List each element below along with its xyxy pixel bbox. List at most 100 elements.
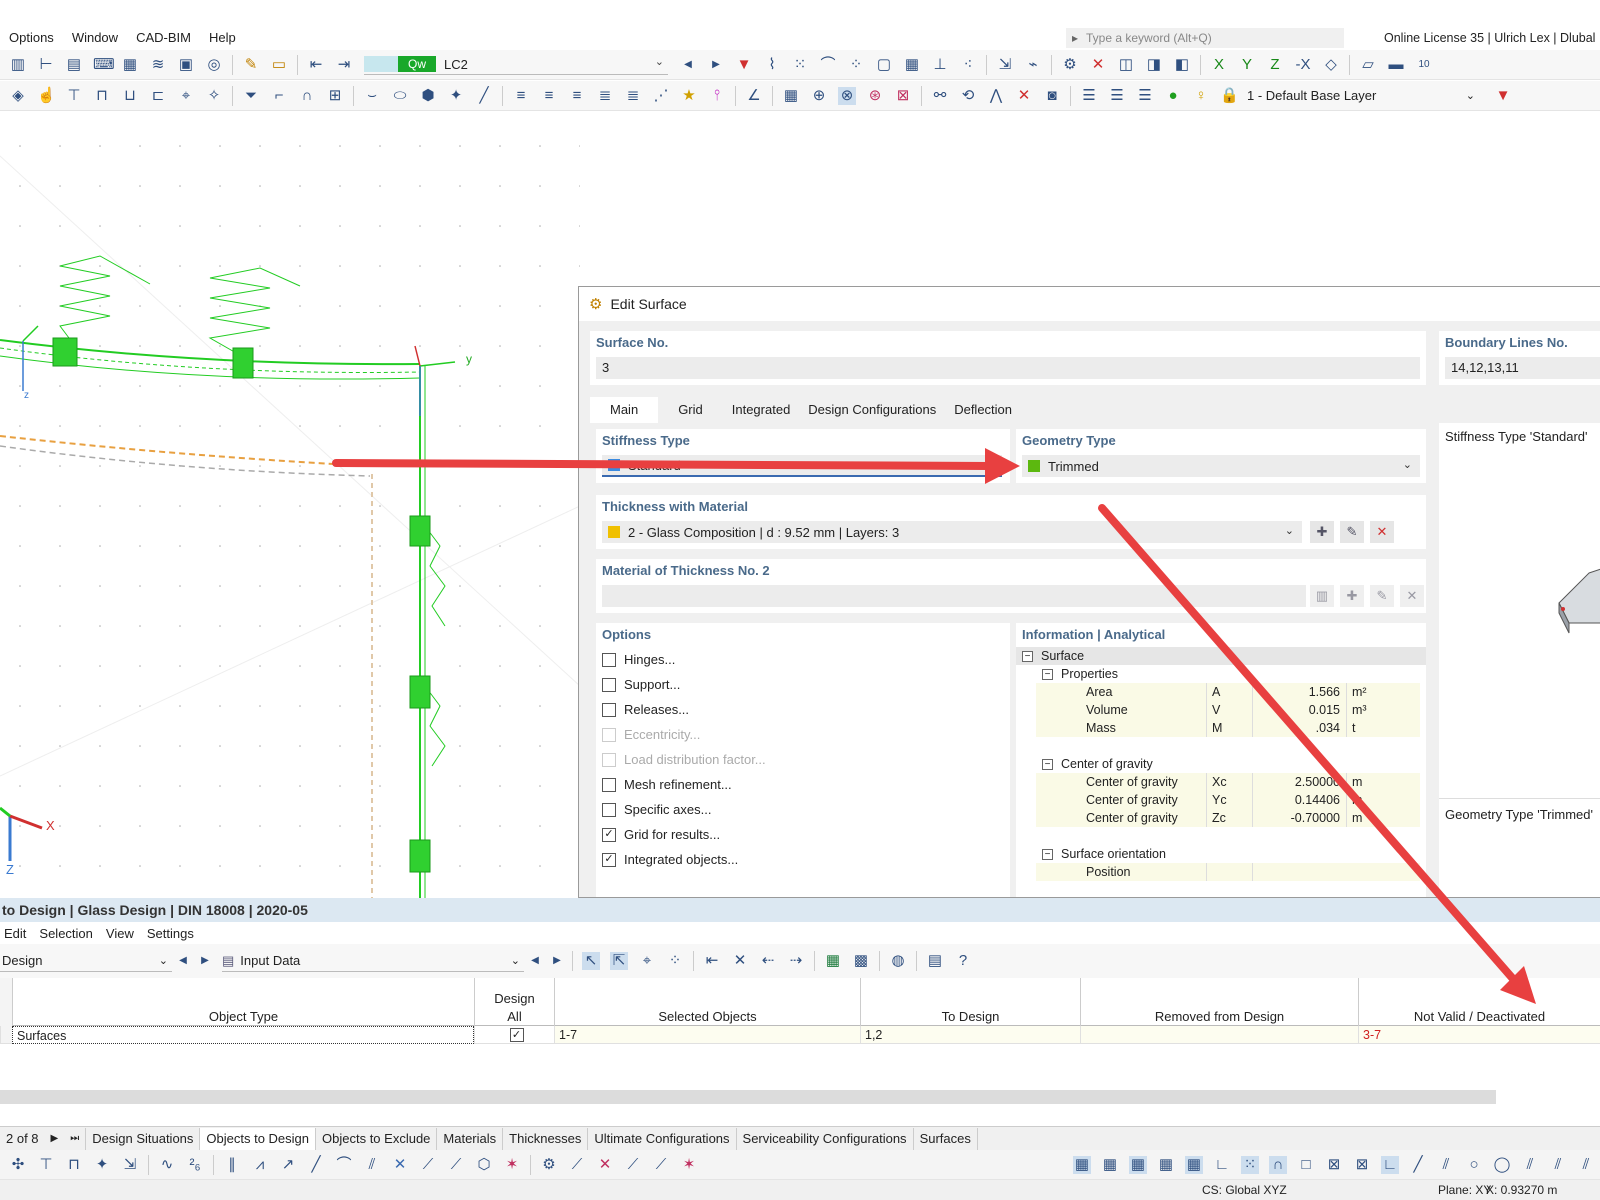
layer-combo[interactable]: 1 - Default Base Layer ⌄ (1247, 86, 1489, 106)
select-icon[interactable]: ↖ (582, 952, 600, 970)
hatch-icon[interactable]: ⫽ (363, 1156, 381, 1174)
slash-snap-icon[interactable]: ╱ (1409, 1156, 1427, 1174)
polygon-icon[interactable]: ⬡ (475, 1156, 493, 1174)
grid3-snap-icon[interactable]: ▦ (1129, 1155, 1147, 1174)
chevron-down-icon[interactable]: ⌄ (985, 458, 994, 471)
target-icon[interactable]: ⊕ (810, 87, 828, 105)
boundary-lines-input[interactable]: 14,12,13,11 (1445, 357, 1600, 379)
tab-serviceability-configurations[interactable]: Serviceability Configurations (737, 1127, 914, 1150)
option-row[interactable]: Hinges... (602, 647, 1002, 672)
arrow-left-icon[interactable]: ◀ (174, 952, 192, 970)
option-checkbox[interactable]: ✓ (602, 852, 616, 867)
row-delete-icon[interactable]: ✕ (731, 952, 749, 970)
tree-surface-orientation[interactable]: − Surface orientation (1042, 845, 1166, 863)
angle-snap-icon[interactable]: ⫽ (1521, 1156, 1539, 1174)
cell-removed[interactable] (1080, 1026, 1358, 1044)
arch-snap-icon[interactable]: ∩ (1269, 1155, 1287, 1174)
line-draw-icon[interactable]: ╱ (307, 1156, 325, 1174)
edit-snap-icon[interactable]: ⟋ (568, 1156, 586, 1174)
option-row[interactable]: Specific axes... (602, 797, 1002, 822)
option-checkbox[interactable]: ✓ (602, 827, 616, 842)
col-design-all[interactable]: Design All (474, 978, 554, 1026)
box-icon[interactable]: ▢ (875, 56, 893, 74)
dots-snap-icon[interactable]: ⁙ (1241, 1155, 1259, 1174)
star-icon[interactable]: ★ (680, 87, 698, 105)
collapse-icon[interactable]: − (1042, 849, 1053, 861)
arrow-right-icon[interactable]: ▶ (196, 952, 214, 970)
panel-menu-settings[interactable]: Settings (143, 926, 203, 941)
diag3-icon[interactable]: ⟋ (624, 1156, 642, 1174)
model-viewport[interactable]: y z X Z (0, 126, 581, 898)
cell-design-all[interactable]: ✓ (474, 1026, 554, 1044)
load-prev-icon[interactable]: ⇤ (307, 56, 325, 74)
angle2-snap-icon[interactable]: ⫽ (1549, 1156, 1567, 1174)
stiffness-select[interactable]: Standard ⌄ (602, 455, 1002, 477)
mirror2-icon[interactable]: ⋀ (987, 87, 1005, 105)
col-not-valid[interactable]: Not Valid / Deactivated (1358, 978, 1600, 1026)
tab-design-situations[interactable]: Design Situations (86, 1127, 201, 1150)
arrow-right-icon[interactable]: ▶ (548, 952, 566, 970)
grid-snap-icon[interactable]: ▦ (1073, 1155, 1091, 1174)
grid-icon[interactable]: ▦ (903, 56, 921, 74)
cube-icon[interactable]: ◫ (1117, 56, 1135, 74)
chevron-down-icon[interactable]: ⌄ (1466, 89, 1475, 102)
angle-icon[interactable]: ∠ (745, 87, 763, 105)
snap2-icon[interactable]: ⊛ (866, 87, 884, 105)
pick-icon[interactable]: ⌖ (638, 952, 656, 970)
row-insert-icon[interactable]: ⇤ (703, 952, 721, 970)
panel-menu-view[interactable]: View (102, 926, 143, 941)
select-multi-icon[interactable]: ⇱ (610, 952, 628, 970)
axis-x-icon[interactable]: X (1210, 56, 1228, 74)
document-icon[interactable]: ▤ (65, 56, 83, 74)
layers-icon[interactable]: ≋ (149, 56, 167, 74)
new-material-button[interactable]: ✚ (1340, 585, 1364, 607)
chevron-down-icon[interactable]: ⌄ (655, 55, 664, 68)
surface-icon[interactable]: ⬭ (391, 87, 409, 105)
settings-icon[interactable]: ⚙ (1061, 56, 1079, 74)
model-drawing[interactable] (0, 126, 581, 898)
collapse-icon[interactable]: − (1042, 669, 1053, 681)
section3-icon[interactable]: ⊏ (149, 87, 167, 105)
wave-icon[interactable]: ∿ (158, 1156, 176, 1174)
section-snap-icon[interactable]: ⊓ (65, 1156, 83, 1174)
tab-surfaces[interactable]: Surfaces (914, 1127, 978, 1150)
option-checkbox[interactable] (602, 702, 616, 717)
x-snap-icon[interactable]: ✕ (596, 1156, 614, 1174)
section2-icon[interactable]: ⊔ (121, 87, 139, 105)
menu-options[interactable]: Options (0, 27, 63, 49)
cell-to-design[interactable]: 1,2 (860, 1026, 1080, 1044)
report-icon[interactable]: ▣ (177, 56, 195, 74)
funnel-icon[interactable]: ⏷ (242, 87, 260, 105)
option-checkbox[interactable] (602, 802, 616, 817)
tab-deflection[interactable]: Deflection (945, 397, 1021, 423)
tab-ultimate-configurations[interactable]: Ultimate Configurations (588, 1127, 737, 1150)
tab-materials[interactable]: Materials (437, 1127, 504, 1150)
gear-snap-icon[interactable]: ⚙ (540, 1156, 558, 1174)
lock-icon[interactable]: 🔒 (1220, 87, 1239, 105)
circle2-snap-icon[interactable]: ◯ (1493, 1156, 1511, 1174)
excel-icon[interactable]: ▦ (824, 952, 842, 970)
script-run-icon[interactable]: ▦ (121, 56, 139, 74)
new-thickness-button[interactable]: ✚ (1310, 521, 1334, 543)
member-icon[interactable]: ⊤ (65, 87, 83, 105)
delete-icon[interactable]: ✕ (1089, 56, 1107, 74)
star2-icon[interactable]: ✶ (680, 1156, 698, 1174)
solid-icon[interactable]: ⬢ (419, 87, 437, 105)
export-snap-icon[interactable]: ⇲ (121, 1156, 139, 1174)
arrow-right-icon[interactable]: ▶ (707, 56, 725, 74)
camera-icon[interactable]: ◙ (1043, 87, 1061, 105)
arrow-left-icon[interactable]: ◀ (526, 952, 544, 970)
globe-icon[interactable]: ◍ (889, 952, 907, 970)
material2-input[interactable] (602, 585, 1306, 607)
cursor-icon[interactable]: ☝ (37, 87, 56, 105)
row-up-icon[interactable]: ⇠ (759, 952, 777, 970)
last-page-icon[interactable]: ⏭ (64, 1127, 87, 1150)
load-next-icon[interactable]: ⇥ (335, 56, 353, 74)
tab-objects-to-design[interactable]: Objects to Design (200, 1127, 317, 1150)
panel-menu-selection[interactable]: Selection (35, 926, 101, 941)
option-checkbox[interactable] (602, 777, 616, 792)
grid5-snap-icon[interactable]: ▦ (1185, 1155, 1203, 1174)
chevron-down-icon[interactable]: ⌄ (511, 954, 520, 967)
delete-material-button[interactable]: ✕ (1400, 585, 1424, 607)
link-icon[interactable]: ⚯ (931, 87, 949, 105)
